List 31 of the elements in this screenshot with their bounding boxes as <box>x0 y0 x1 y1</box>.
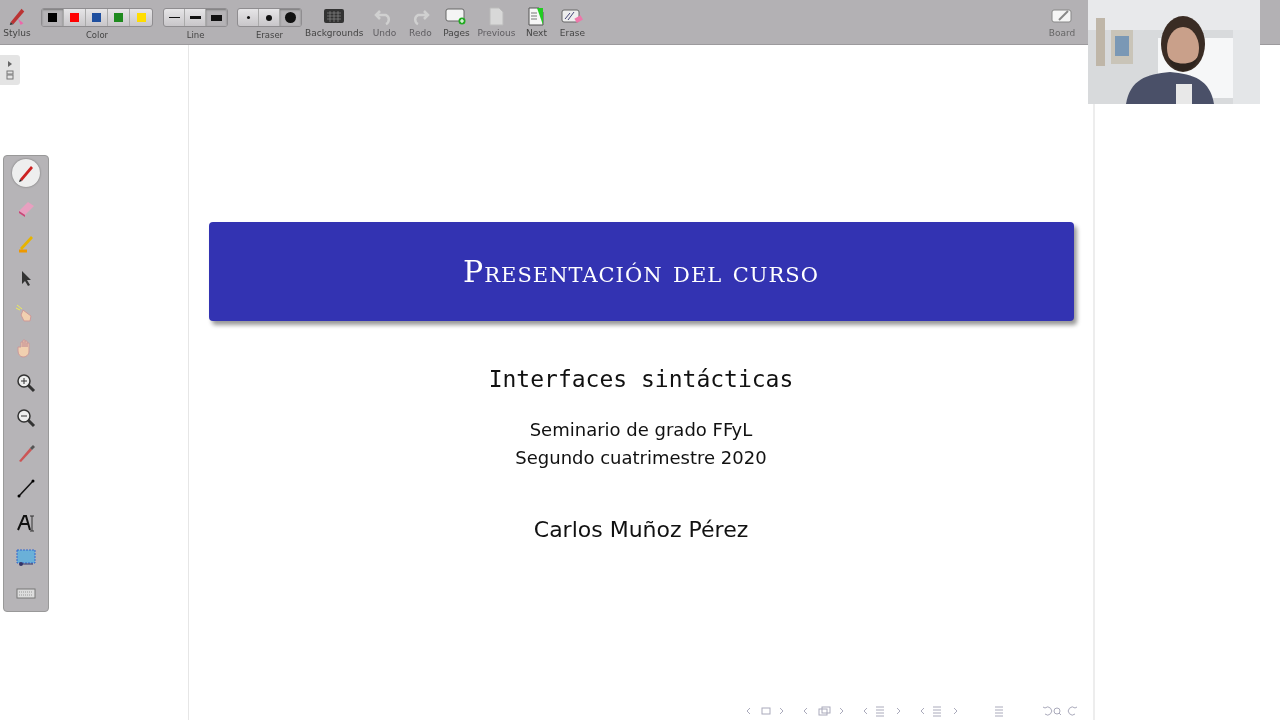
panel-toggle[interactable] <box>0 55 20 85</box>
zoom-in-icon <box>15 372 37 394</box>
slide-info-line: Segundo cuatrimestre 2020 <box>515 446 767 470</box>
text-icon <box>15 512 37 534</box>
panel-toggle-icon <box>5 58 15 82</box>
line-label: Line <box>186 30 205 40</box>
stylus-button[interactable]: Stylus <box>2 0 32 44</box>
slide-author: Carlos Muñoz Pérez <box>533 517 749 542</box>
zoom-out-icon <box>15 407 37 429</box>
slide-subtitle: Interfaces sintácticas <box>488 366 794 392</box>
eraser-label: Eraser <box>255 30 284 40</box>
slide-info-line: Seminario de grado FFyL <box>528 418 754 442</box>
slide-title: Presentación del curso <box>463 254 819 289</box>
page-icon <box>527 6 546 26</box>
line-icon <box>15 477 37 499</box>
next-button[interactable]: Next <box>521 0 552 44</box>
page-icon <box>487 6 506 26</box>
pen-tool[interactable] <box>12 159 40 187</box>
erase-icon <box>561 6 584 26</box>
screen-capture-icon <box>15 547 37 569</box>
backgrounds-button[interactable]: Backgrounds <box>305 0 364 44</box>
eraser-size-option[interactable] <box>280 9 301 26</box>
pages-button[interactable]: Pages <box>441 0 472 44</box>
board-button[interactable]: Board <box>1047 0 1077 44</box>
color-swatch[interactable] <box>42 9 64 26</box>
erase-button[interactable]: Erase <box>557 0 588 44</box>
add-page-icon <box>445 6 468 26</box>
grid-icon <box>323 6 346 26</box>
color-label: Color <box>85 30 109 40</box>
line-width-option[interactable] <box>206 9 227 26</box>
board-icon <box>1051 6 1073 26</box>
